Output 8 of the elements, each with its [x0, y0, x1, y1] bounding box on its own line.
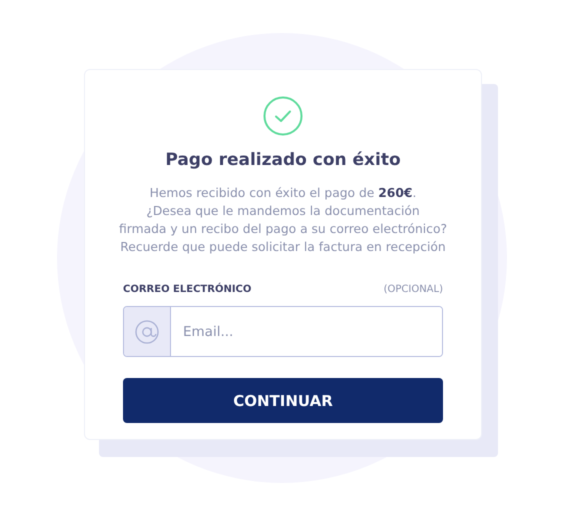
payment-message: Hemos recibido con éxito el pago de 260€. ¿Desea que le mandemos la documentación firmada y un recibo del pago a su correo electrónico? Recuerde que puede solicitar la factura en recepción: [118, 185, 448, 256]
at-sign-icon: [135, 320, 159, 344]
field-label: CORREO ELECTRÓNICO: [123, 284, 252, 295]
check-circle-icon: [263, 96, 303, 136]
optional-hint: (OPCIONAL): [384, 284, 443, 295]
email-field[interactable]: Email...: [123, 306, 443, 357]
continue-button[interactable]: CONTINUAR: [123, 378, 443, 423]
success-title: Pago realizado con éxito: [165, 150, 401, 170]
